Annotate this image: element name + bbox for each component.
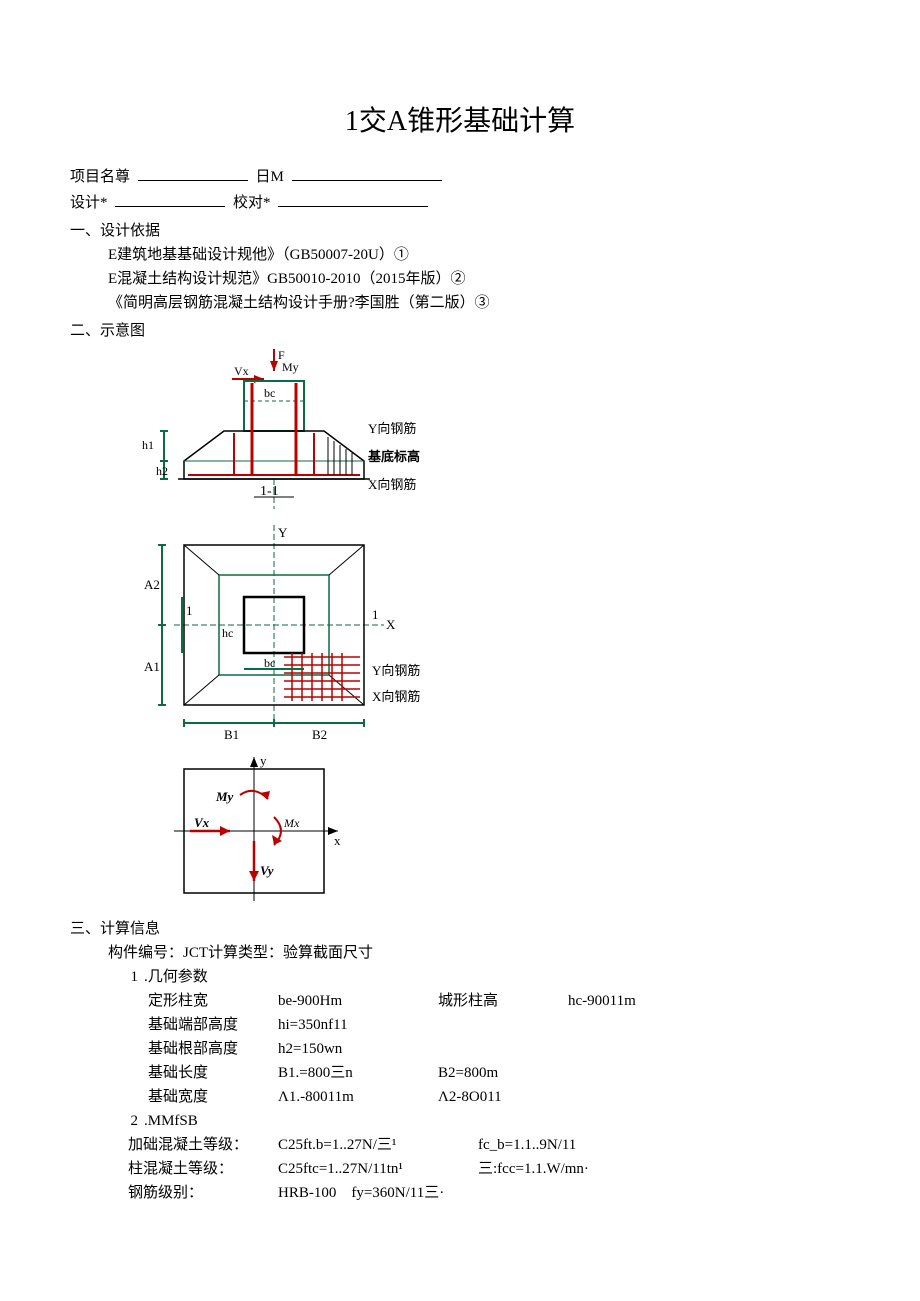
date-blank <box>292 166 442 181</box>
svg-text:bc: bc <box>264 656 275 670</box>
found-conc-val2: fc_b=1.1..9N/11 <box>478 1133 658 1157</box>
design-label: 设计* <box>70 195 108 211</box>
width-label: 基础宽度 <box>148 1085 278 1109</box>
svg-text:Vx: Vx <box>194 815 210 830</box>
basis-1: E建筑地基基础设计规他》（GB50007-20U）① <box>108 243 850 267</box>
project-label: 项目名尊 <box>70 169 130 185</box>
svg-text:Mx: Mx <box>283 816 300 830</box>
geom-row-4: 基础长度 B1.=800三n B2=800m <box>148 1061 850 1085</box>
design-blank <box>115 192 225 207</box>
svg-text:Y: Y <box>278 525 288 540</box>
component-line: 构件编号：JCT计算类型：验算截面尺寸 <box>108 941 850 965</box>
svg-text:y: y <box>260 753 267 768</box>
item-2-num: 2 <box>118 1109 138 1133</box>
check-label: 校对* <box>233 195 271 211</box>
svg-text:A1: A1 <box>144 659 160 674</box>
svg-text:Vy: Vy <box>260 863 274 878</box>
mat-header: 2 .MMfSB <box>118 1109 850 1133</box>
section-3-head: 三、计算信息 <box>70 917 850 941</box>
svg-text:X向钢筋: X向钢筋 <box>368 477 416 492</box>
item-1-num: 1 <box>118 965 138 989</box>
svg-text:bc: bc <box>264 386 275 400</box>
mat-row-1: 加础混凝土等级： C25ft.b=1..27N/三¹ fc_b=1.1..9N/… <box>128 1133 850 1157</box>
check-blank <box>278 192 428 207</box>
b1-val: B1.=800三n <box>278 1061 438 1085</box>
length-label: 基础长度 <box>148 1061 278 1085</box>
geom-row-5: 基础宽度 Λ1.-80011m Λ2-8O011 <box>148 1085 850 1109</box>
a1-val: Λ1.-80011m <box>278 1085 438 1109</box>
svg-text:h2: h2 <box>156 464 168 478</box>
date-label: 日M <box>256 169 284 185</box>
found-conc-label: 加础混凝土等级： <box>128 1133 278 1157</box>
svg-text:hc: hc <box>222 626 233 640</box>
section-2-head: 二、示意图 <box>70 319 850 343</box>
rebar-label: 钢筋级别： <box>128 1181 278 1205</box>
diagram-plan: Y X Y向钢筋 X向钢筋 A2 A1 1 B1 B2 hc <box>124 525 850 745</box>
h1-val: hi=350nf11 <box>278 1013 438 1037</box>
a2-val: Λ2-8O011 <box>438 1085 568 1109</box>
col-conc-label: 柱混凝土等级： <box>128 1157 278 1181</box>
basis-3: 《简明高层钢筋混凝土结构设计手册?李国胜（第二版）③ <box>108 291 850 315</box>
project-blank <box>138 166 248 181</box>
col-conc-val2: 三:fcc=1.1.W/mn· <box>478 1157 658 1181</box>
mat-row-3: 钢筋级别： HRB-100 fy=360N/11三· <box>128 1181 850 1205</box>
geom-header: 1 .几何参数 <box>118 965 850 989</box>
project-line: 项目名尊 日M <box>70 165 850 189</box>
designer-line: 设计* 校对* <box>70 191 850 215</box>
col-conc-val1: C25ftc=1..27N/11tn¹ <box>278 1157 478 1181</box>
svg-text:B2: B2 <box>312 727 327 742</box>
basis-2: E混凝土结构设计规范》GB50010-2010（2015年版）② <box>108 267 850 291</box>
col-width-label: 定形柱宽 <box>148 989 278 1013</box>
item-1-label: .几何参数 <box>144 965 208 989</box>
diagram-forces: y x My Mx Vx Vy <box>154 751 850 911</box>
diagram-section-1-1: F My Vx bc Y向钢筋 基底标高 X向钢筋 h1 h2 1-1 <box>124 349 850 519</box>
col-width-val: be-900Hm <box>278 989 438 1013</box>
col-height-val: hc-90011m <box>568 989 708 1013</box>
svg-text:X向钢筋: X向钢筋 <box>372 689 420 704</box>
rebar-val: HRB-100 fy=360N/11三· <box>278 1181 478 1205</box>
geom-row-2: 基础端部高度 hi=350nf11 <box>148 1013 850 1037</box>
svg-text:x: x <box>334 833 341 848</box>
h1-label: 基础端部高度 <box>148 1013 278 1037</box>
svg-text:My: My <box>282 360 299 374</box>
mat-row-2: 柱混凝土等级： C25ftc=1..27N/11tn¹ 三:fcc=1.1.W/… <box>128 1157 850 1181</box>
found-conc-val1: C25ft.b=1..27N/三¹ <box>278 1133 478 1157</box>
svg-text:1: 1 <box>372 607 379 622</box>
svg-text:My: My <box>215 789 234 804</box>
h2-val: h2=150wn <box>278 1037 438 1061</box>
item-2-label: .MMfSB <box>144 1109 198 1133</box>
col-height-label: 城形柱高 <box>438 989 568 1013</box>
section-1-head: 一、设计依据 <box>70 219 850 243</box>
b2-val: B2=800m <box>438 1061 568 1085</box>
svg-text:1-1: 1-1 <box>260 484 279 499</box>
geom-row-1: 定形柱宽 be-900Hm 城形柱高 hc-90011m <box>148 989 850 1013</box>
svg-text:1: 1 <box>186 603 193 618</box>
doc-title: 1交A锥形基础计算 <box>70 100 850 145</box>
geom-row-3: 基础根部高度 h2=150wn <box>148 1037 850 1061</box>
h2-label: 基础根部高度 <box>148 1037 278 1061</box>
svg-text:Y向钢筋: Y向钢筋 <box>372 663 420 678</box>
svg-text:h1: h1 <box>142 438 154 452</box>
svg-text:X: X <box>386 617 396 632</box>
svg-text:Y向钢筋: Y向钢筋 <box>368 421 416 436</box>
svg-text:B1: B1 <box>224 727 239 742</box>
svg-text:A2: A2 <box>144 577 160 592</box>
svg-text:Vx: Vx <box>234 364 249 378</box>
svg-text:基底标高: 基底标高 <box>367 449 420 464</box>
